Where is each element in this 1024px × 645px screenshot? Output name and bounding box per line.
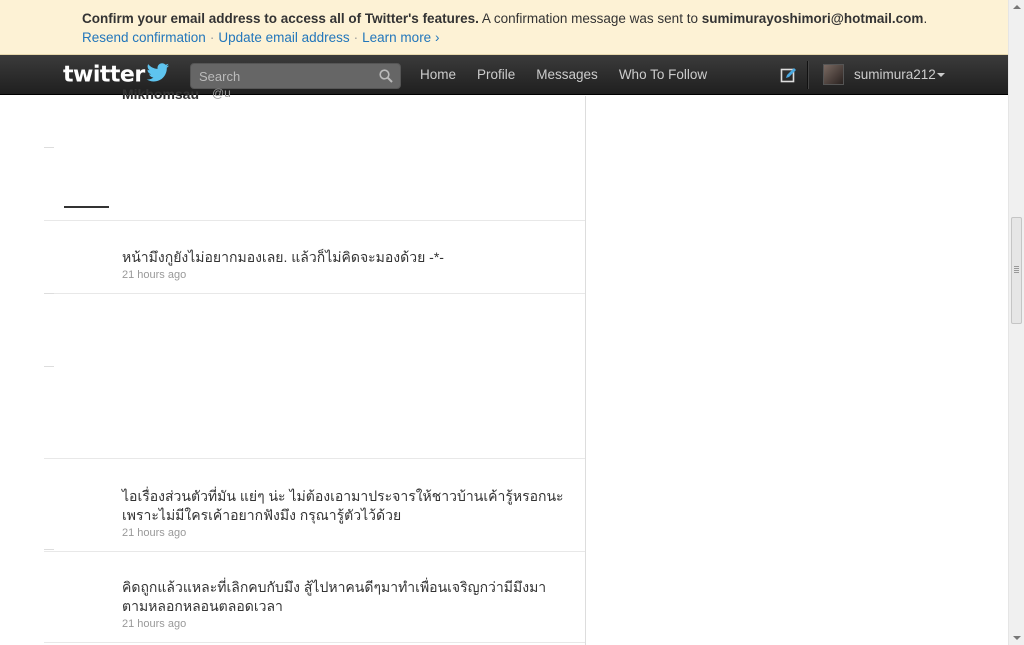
logo-text: twitter [63, 62, 145, 88]
banner-text: A confirmation message was sent to [478, 11, 702, 26]
resend-confirmation-link[interactable]: Resend confirmation [82, 30, 206, 45]
banner-bold-text: Confirm your email address to access all… [82, 11, 479, 26]
search-input[interactable] [191, 64, 371, 88]
scroll-down-icon[interactable] [1013, 636, 1021, 640]
tweet-timestamp[interactable]: 21 hours ago [122, 618, 186, 630]
banner-links: Resend confirmation · Update email address… [82, 28, 1008, 47]
tweet-item[interactable]: คิดถูกแล้วแหละที่เลิกคบกับมึง สู้ไปหาคนด… [44, 550, 585, 643]
compose-tweet-icon[interactable] [780, 67, 797, 84]
page-scrollbar[interactable] [1008, 0, 1024, 645]
divider-tick [44, 366, 54, 367]
email-confirmation-banner: Confirm your email address to access all… [0, 0, 1008, 55]
image-fragment [64, 206, 109, 208]
tweet-timeline: Mikhomsau @u หน้ามึงกูยังไม่อยากมองเลย. … [44, 86, 586, 645]
banner-email: sumimurayoshimori@hotmail.com [701, 11, 924, 26]
banner-message: Confirm your email address to access all… [82, 9, 1008, 28]
banner-period: . [923, 11, 928, 26]
caret-down-icon[interactable] [937, 73, 945, 77]
tweet-text: หน้ามึงกูยังไม่อยากมองเลย. แล้วก็ไม่คิดจ… [122, 249, 444, 265]
twitter-logo[interactable]: twitter [63, 63, 170, 88]
nav-messages[interactable]: Messages [536, 55, 598, 95]
divider-tick [44, 293, 54, 294]
avatar[interactable] [823, 64, 844, 85]
tweet-text: ไอเรื่องส่วนตัวที่มัน แย่ๆ น่ะ ไม่ต้องเอ… [122, 488, 564, 523]
tweet-item[interactable]: ไอเรื่องส่วนตัวที่มัน แย่ๆ น่ะ ไม่ต้องเอ… [44, 458, 585, 552]
link-separator: · [353, 30, 359, 45]
scroll-up-icon[interactable] [1013, 5, 1021, 9]
nav-profile[interactable]: Profile [477, 55, 515, 95]
tweet-timestamp[interactable]: 21 hours ago [122, 269, 186, 281]
tweet-text: คิดถูกแล้วแหละที่เลิกคบกับมึง สู้ไปหาคนด… [122, 579, 547, 614]
magnifier-icon[interactable] [379, 69, 393, 88]
account-username[interactable]: sumimura212 [854, 55, 936, 95]
tweet-author-handle[interactable]: @u [212, 86, 231, 100]
learn-more-link[interactable]: Learn more › [362, 30, 439, 45]
nav-who-to-follow[interactable]: Who To Follow [619, 55, 707, 95]
divider-tick [44, 147, 54, 148]
nav-divider [807, 61, 809, 89]
tweet-item[interactable]: หน้ามึงกูยังไม่อยากมองเลย. แล้วก็ไม่คิดจ… [44, 220, 585, 294]
update-email-link[interactable]: Update email address [218, 30, 349, 45]
grip-icon [1014, 266, 1019, 267]
tweet-timestamp[interactable]: 21 hours ago [122, 527, 186, 539]
bird-icon [146, 63, 170, 88]
nav-home[interactable]: Home [420, 55, 456, 95]
main-nav: Home Profile Messages Who To Follow [420, 55, 728, 95]
tweet-author-name[interactable]: Mikhomsau [122, 86, 199, 102]
link-separator: · [209, 30, 215, 45]
scrollbar-thumb[interactable] [1011, 217, 1022, 324]
tweet-partial: Mikhomsau @u [44, 86, 585, 221]
